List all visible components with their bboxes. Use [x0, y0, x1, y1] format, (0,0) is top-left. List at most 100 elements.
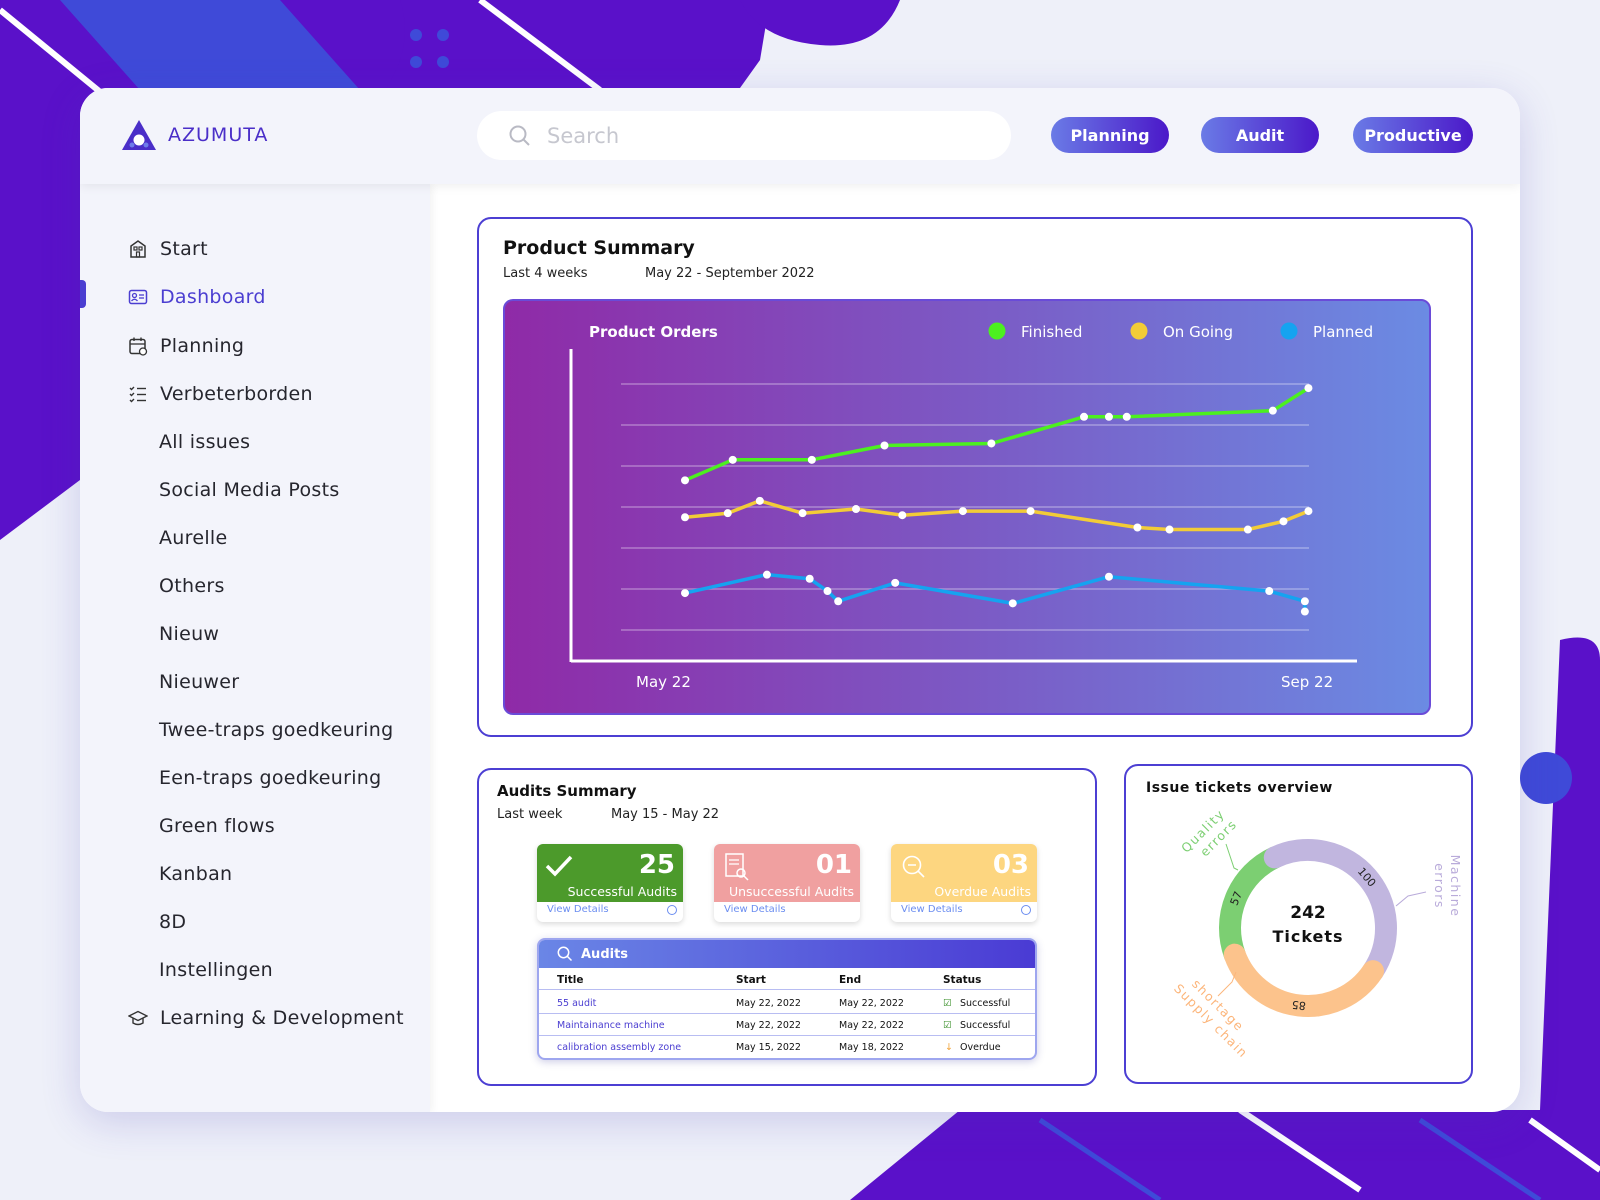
product-summary-title: Product Summary	[503, 237, 695, 259]
sidebar-item-label: All issues	[159, 431, 251, 453]
overdue-audits-count: 03	[992, 850, 1029, 880]
azumuta-logo-icon	[122, 120, 156, 150]
data-point	[823, 587, 832, 596]
column-header-end[interactable]: End	[839, 974, 861, 986]
search-icon	[509, 125, 530, 146]
table-row[interactable]: calibration assembly zone May 15, 2022 M…	[539, 1036, 1035, 1058]
brand-name: AZUMUTA	[168, 124, 269, 146]
sidebar-item-twee-traps-goedkeuring[interactable]: Twee-traps goedkeuring	[128, 715, 393, 745]
data-point	[987, 439, 996, 448]
audit-title-link[interactable]: 55 audit	[557, 998, 596, 1009]
audit-button[interactable]: Audit	[1201, 117, 1319, 153]
sidebar-item-label: 8D	[159, 911, 187, 933]
overdue-audits-label: Overdue Audits	[934, 884, 1031, 899]
sidebar-item-nieuw[interactable]: Nieuw	[128, 619, 219, 649]
sidebar-item-label: Nieuwer	[159, 671, 240, 693]
audit-start-date: May 22, 2022	[736, 998, 801, 1009]
legend-label: Finished	[1021, 323, 1082, 341]
search-input[interactable]	[547, 123, 947, 148]
top-header: AZUMUTA Planning Audit Productive	[80, 88, 1520, 184]
data-point	[1104, 572, 1113, 581]
arrow-down-icon: ↓	[945, 1042, 953, 1053]
sidebar-item-label: Others	[159, 575, 225, 597]
column-header-start[interactable]: Start	[736, 974, 766, 986]
data-point	[805, 574, 814, 583]
sidebar-item-instellingen[interactable]: Instellingen	[128, 955, 273, 985]
sidebar-item-label: Social Media Posts	[159, 479, 340, 501]
sidebar-item-nieuwer[interactable]: Nieuwer	[128, 667, 239, 697]
audits-table-title: Audits	[581, 946, 629, 962]
data-point	[1304, 507, 1313, 516]
data-point	[723, 509, 732, 518]
sidebar-item-dashboard[interactable]: Dashboard	[128, 282, 266, 312]
unsuccessful-audits-label: Unsuccessful Audits	[728, 884, 854, 899]
search-icon	[557, 946, 573, 962]
sidebar-item-green-flows[interactable]: Green flows	[128, 811, 275, 841]
sidebar-item-verbeterborden[interactable]: Verbeterborden	[128, 379, 313, 409]
data-point	[681, 513, 689, 522]
data-point	[958, 507, 967, 516]
sidebar-item-8d[interactable]: 8D	[128, 907, 186, 937]
calendar-icon	[128, 336, 148, 356]
x-tick-end: Sep 22	[1281, 673, 1333, 691]
data-point	[852, 505, 860, 514]
active-indicator	[80, 280, 86, 308]
search-bar[interactable]	[477, 111, 1011, 160]
machine-errors-leader-line	[1395, 891, 1427, 907]
data-point	[1165, 525, 1174, 534]
unsuccessful-audits-tile[interactable]: 01 Unsuccessful Audits View Details	[714, 844, 860, 922]
chart-title: Product Orders	[589, 323, 718, 341]
sidebar-item-label: Twee-traps goedkeuring	[159, 719, 394, 741]
column-header-title[interactable]: Title	[557, 974, 584, 986]
audit-title-link[interactable]: Maintainance machine	[557, 1020, 665, 1031]
sidebar-item-social-media-posts[interactable]: Social Media Posts	[128, 475, 340, 505]
productive-button[interactable]: Productive	[1353, 117, 1473, 153]
view-details-link[interactable]: View Details	[901, 904, 963, 915]
sidebar-item-een-traps-goedkeuring[interactable]: Een-traps goedkeuring	[128, 763, 381, 793]
data-point	[1008, 599, 1017, 608]
data-point	[1279, 517, 1288, 526]
audit-status: Successful	[960, 1020, 1011, 1031]
table-row[interactable]: 55 audit May 22, 2022 May 22, 2022 ☑ Suc…	[539, 992, 1035, 1014]
table-row[interactable]: Maintainance machine May 22, 2022 May 22…	[539, 1014, 1035, 1036]
sidebar-item-learning-development[interactable]: Learning & Development	[128, 1003, 404, 1033]
checkbox-check-icon: ☑	[943, 998, 952, 1009]
product-summary-card: Product Summary Last 4 weeks May 22 - Se…	[477, 217, 1473, 737]
sidebar-item-label: Learning & Development	[160, 1007, 404, 1029]
audits-summary-range-label: Last week	[497, 807, 563, 822]
column-header-status[interactable]: Status	[943, 974, 981, 986]
view-details-link[interactable]: View Details	[724, 904, 786, 915]
audit-end-date: May 22, 2022	[839, 1020, 904, 1031]
checklist-icon	[128, 384, 148, 404]
data-point	[1265, 587, 1274, 596]
brand-logo[interactable]: AZUMUTA	[120, 118, 268, 152]
view-details-link[interactable]: View Details	[547, 904, 609, 915]
successful-audits-tile[interactable]: 25 Successful Audits View Details	[537, 844, 683, 922]
info-icon	[1021, 905, 1031, 915]
data-point	[1300, 597, 1309, 606]
audit-status: Overdue	[960, 1042, 1001, 1053]
sidebar-item-others[interactable]: Others	[128, 571, 225, 601]
checkbox-check-icon: ☑	[943, 1020, 952, 1031]
audits-summary-date-range: May 15 - May 22	[611, 807, 720, 822]
audit-end-date: May 22, 2022	[839, 998, 904, 1009]
audit-status: Successful	[960, 998, 1011, 1009]
sidebar-item-all-issues[interactable]: All issues	[128, 427, 250, 457]
data-point	[1243, 525, 1252, 534]
audit-end-date: May 18, 2022	[839, 1042, 904, 1053]
sidebar-item-label: Aurelle	[159, 527, 228, 549]
sidebar-item-label: Green flows	[159, 815, 275, 837]
sidebar-item-start[interactable]: Start	[128, 234, 208, 264]
planning-button[interactable]: Planning	[1051, 117, 1169, 153]
overdue-audits-tile[interactable]: 03 Overdue Audits View Details	[891, 844, 1037, 922]
legend-label: Planned	[1313, 323, 1373, 341]
sidebar-item-kanban[interactable]: Kanban	[128, 859, 232, 889]
data-point	[1080, 412, 1088, 421]
sidebar-item-aurelle[interactable]: Aurelle	[128, 523, 227, 553]
sidebar-item-planning[interactable]: Planning	[128, 331, 244, 361]
audit-title-link[interactable]: calibration assembly zone	[557, 1042, 681, 1053]
data-point	[681, 476, 689, 485]
x-tick-start: May 22	[636, 673, 691, 691]
data-point	[1268, 406, 1277, 415]
audits-table: Audits Title Start End Status 55 audit M…	[537, 938, 1037, 1060]
